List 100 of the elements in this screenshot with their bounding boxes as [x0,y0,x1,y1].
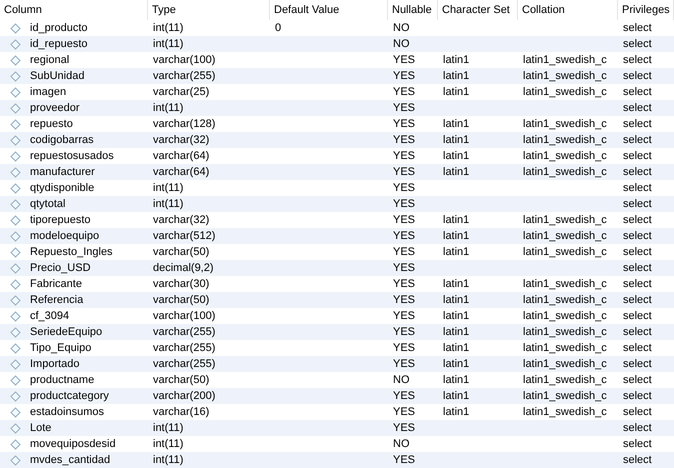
table-cell-text: select [623,36,652,52]
diamond-icon [10,70,21,82]
column-name: estadoinsumos [30,404,104,420]
table-cell-text: select [623,84,652,100]
table-cell-text: select [623,452,652,468]
table-cell-text: latin1 [443,116,470,132]
column-name: qtytotal [30,196,66,212]
table-cell-text: select [623,68,652,84]
table-cell-text: YES [393,388,416,404]
table-cell-text: NO [393,36,410,52]
column-name: id_producto [30,20,88,36]
column-name: Tipo_Equipo [30,340,92,356]
table-cell-text: varchar(32) [153,212,210,228]
column-name: productname [30,372,94,388]
table-cell-text: select [623,52,652,68]
table-cell-text: select [623,20,652,36]
table-cell-text: select [623,260,652,276]
column-name: SeriedeEquipo [30,324,102,340]
table-cell-text: YES [393,260,416,276]
table-cell-text: varchar(64) [153,164,210,180]
column-name: tiporepuesto [30,212,91,228]
table-cell-text: select [623,100,652,116]
table-cell-text: varchar(512) [153,228,216,244]
table-cell-text: select [623,276,652,292]
diamond-icon [10,38,21,50]
table-cell-text: latin1_swedish_c [523,164,607,180]
diamond-icon [10,374,21,386]
table-cell-text: YES [393,404,416,420]
table-cell-text: varchar(30) [153,276,210,292]
table-cell-text: YES [393,452,416,468]
table-cell-text: YES [393,420,416,436]
table-cell-text: latin1 [443,276,470,292]
table-cell-text: varchar(255) [153,356,216,372]
table-cell-text: latin1 [443,372,470,388]
table-cell-text: select [623,420,652,436]
column-name: repuesto [30,116,73,132]
table-cell-text: varchar(50) [153,244,210,260]
diamond-icon [10,454,21,466]
diamond-icon [10,326,21,338]
table-cell-text: int(11) [153,196,184,212]
diamond-icon [10,422,21,434]
table-cell-text: select [623,196,652,212]
column-name: Importado [30,356,80,372]
table-cell-text: latin1_swedish_c [523,116,607,132]
table-cell-text: latin1_swedish_c [523,372,607,388]
table-cell-text: select [623,388,652,404]
table-cell-text: latin1_swedish_c [523,68,607,84]
table-cell-text: latin1 [443,388,470,404]
table-cell-text: latin1_swedish_c [523,292,607,308]
column-name: qtydisponible [30,180,94,196]
table-cell-text: NO [393,436,410,452]
table-cell-text: select [623,228,652,244]
table-cell-text: int(11) [153,36,184,52]
table-cell-text: int(11) [153,452,184,468]
table-cell-text: select [623,324,652,340]
diamond-icon [10,166,21,178]
table-cell-text: latin1_swedish_c [523,356,607,372]
table-cell-text: latin1 [443,228,470,244]
diamond-icon [10,102,21,114]
table-cell-text: latin1_swedish_c [523,276,607,292]
table-cell-text: latin1_swedish_c [523,132,607,148]
column-name: repuestosusados [30,148,114,164]
table-cell-text: YES [393,324,416,340]
table-cell-text: latin1_swedish_c [523,340,607,356]
table-cell-text: latin1 [443,148,470,164]
column-name: imagen [30,84,66,100]
table-cell-text: varchar(128) [153,116,216,132]
table-cell-text: select [623,116,652,132]
table-cell-text: latin1 [443,324,470,340]
column-name: mvdes_cantidad [30,452,110,468]
table-cell-text: YES [393,132,416,148]
table-cell-text: YES [393,292,416,308]
table-cell-text: YES [393,52,416,68]
column-name: codigobarras [30,132,94,148]
table-cell-text: YES [393,84,416,100]
table-cell-text: latin1 [443,212,470,228]
table-cell-text: latin1 [443,132,470,148]
table-cell-text: select [623,132,652,148]
column-name: movequiposdesid [30,436,116,452]
column-name: proveedor [30,100,80,116]
table-cell-text: select [623,148,652,164]
table-cell-text: YES [393,308,416,324]
table-cell-text: latin1_swedish_c [523,52,607,68]
column-name: Lote [30,420,52,436]
table-cell-text: latin1_swedish_c [523,324,607,340]
table-cell-text: int(11) [153,436,184,452]
diamond-icon [10,294,21,306]
diamond-icon [10,278,21,290]
column-name: Repuesto_Ingles [30,244,113,260]
table-cell-text: varchar(32) [153,132,210,148]
table-cell-text: latin1_swedish_c [523,84,607,100]
table-cell-text: YES [393,356,416,372]
diamond-icon [10,246,21,258]
diamond-icon [10,182,21,194]
table-cell-text: select [623,292,652,308]
table-cell-text: select [623,180,652,196]
column-name: regional [30,52,70,68]
table-cell-text: latin1 [443,84,470,100]
table-cell-text: varchar(50) [153,292,210,308]
diamond-icon [10,134,21,146]
